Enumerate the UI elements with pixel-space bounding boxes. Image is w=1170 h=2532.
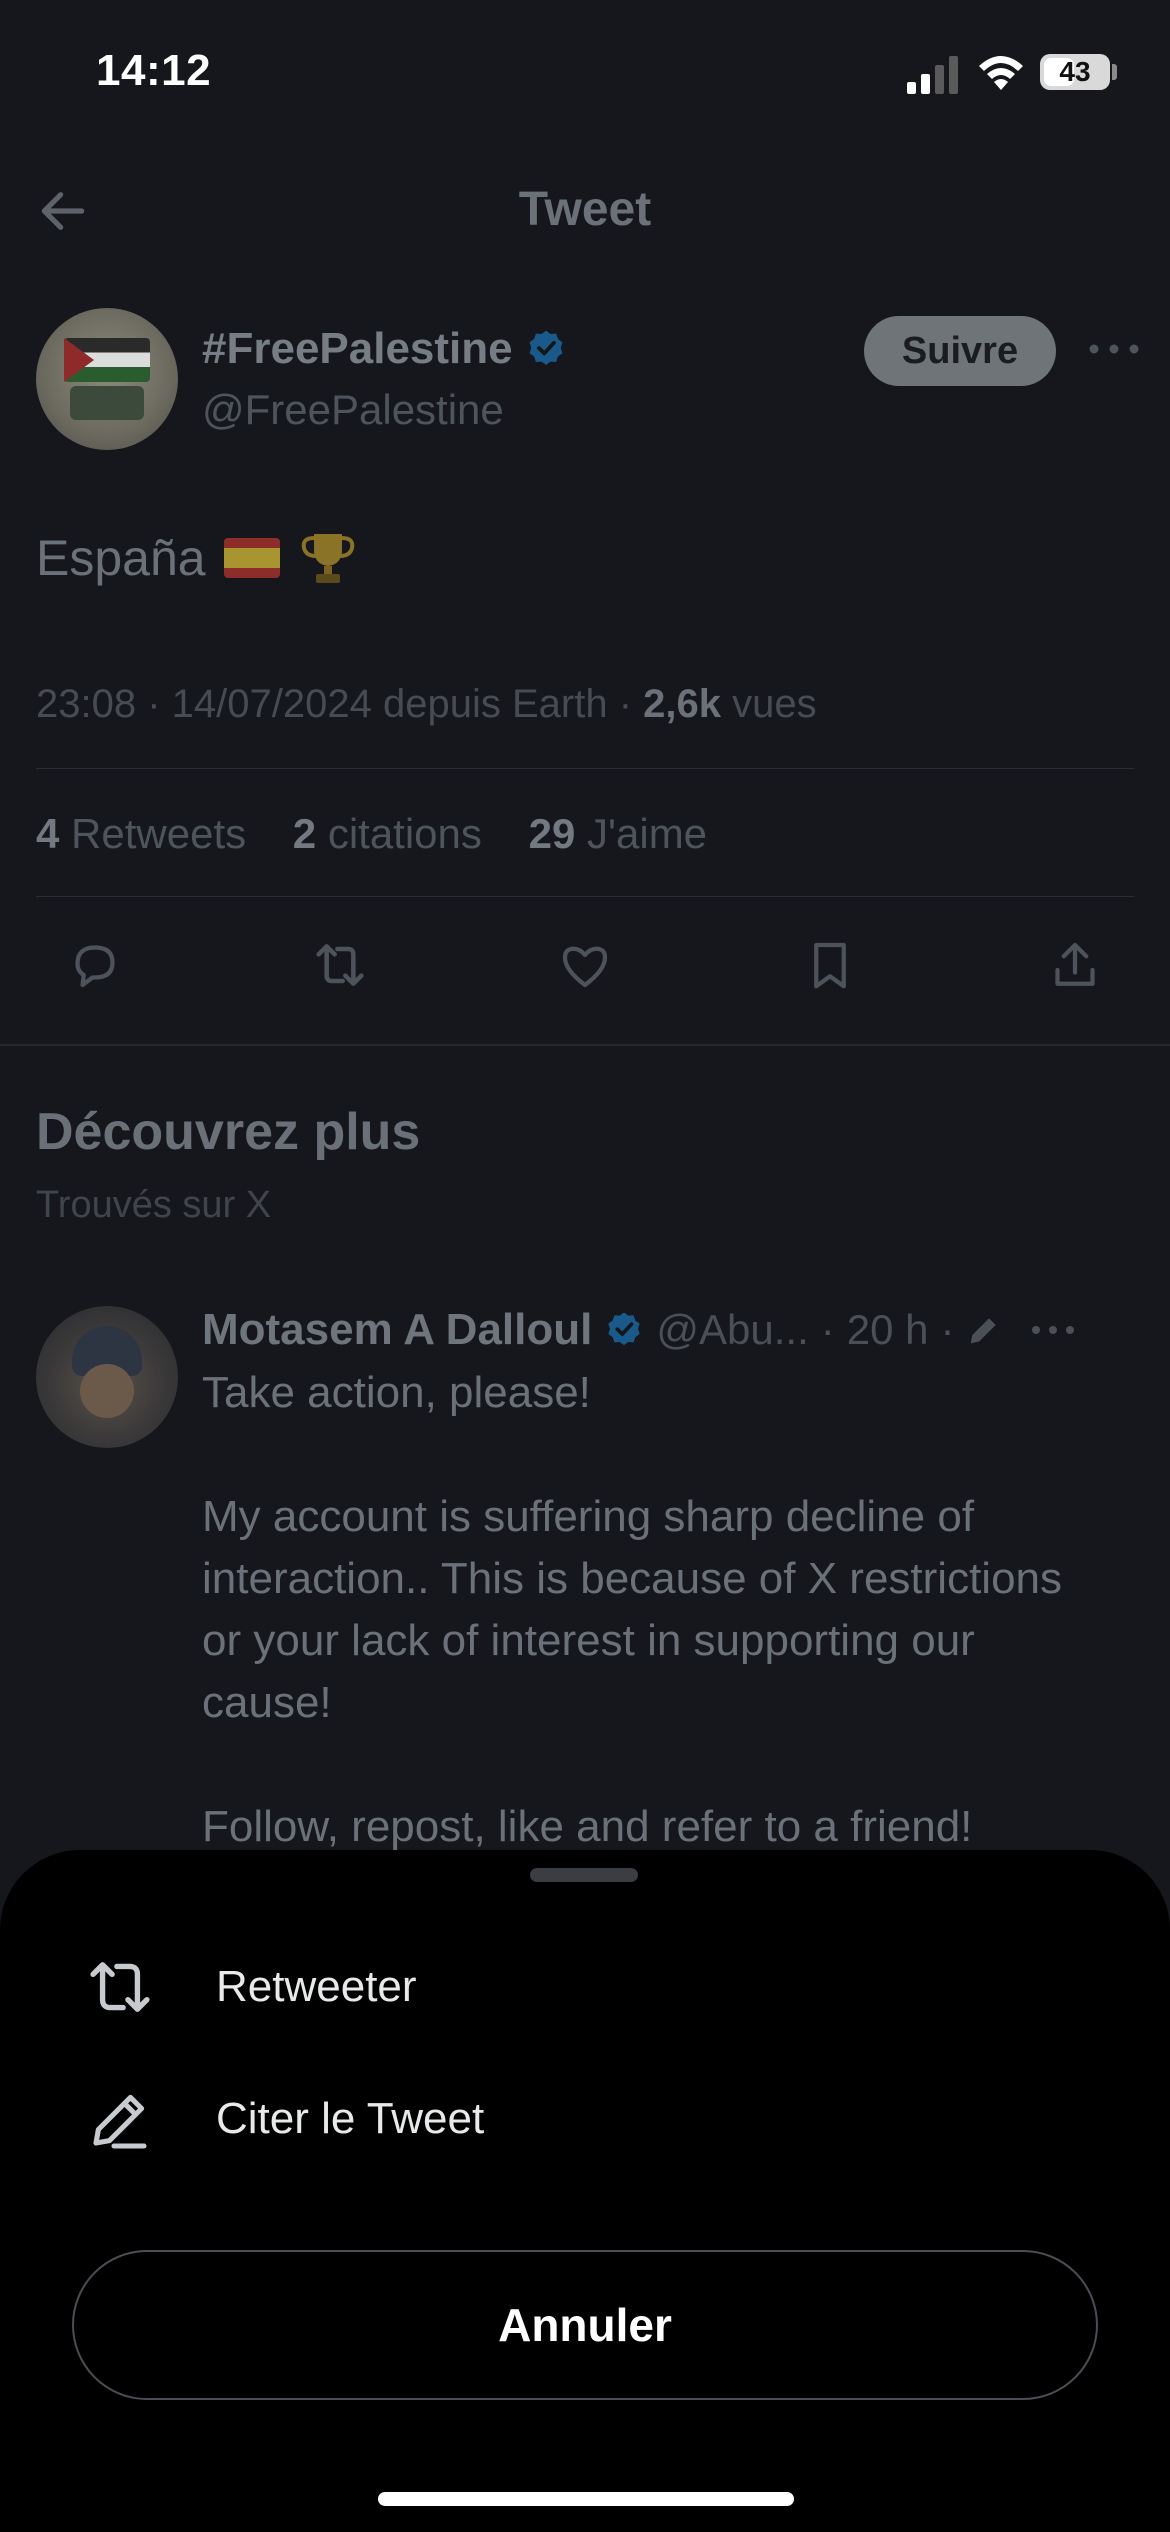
like-button[interactable] — [550, 930, 620, 1000]
retweet-button[interactable] — [305, 930, 375, 1000]
views-count: 2,6k — [643, 682, 722, 726]
meta-separator: · — [147, 682, 172, 726]
home-indicator[interactable] — [378, 2492, 794, 2506]
more-options-icon[interactable] — [1084, 334, 1144, 364]
battery-indicator: 43 — [1040, 54, 1110, 90]
discover-title: Découvrez plus — [36, 1103, 421, 1161]
verified-badge-icon — [529, 330, 563, 365]
meta-separator: · — [618, 682, 644, 726]
edited-pencil-icon — [971, 1318, 997, 1344]
retweet-icon — [316, 944, 364, 986]
stat-gap — [494, 810, 517, 857]
meta-separator: · — [940, 1306, 955, 1353]
pencil-icon — [93, 2094, 147, 2149]
reply-button[interactable] — [60, 930, 130, 1000]
more-options-icon[interactable] — [1028, 1318, 1078, 1342]
follow-button[interactable]: Suivre — [864, 316, 1056, 386]
discover-subtitle: Trouvés sur X — [36, 1184, 272, 1226]
tweet2-paragraph2: My account is suffering sharp decline of… — [202, 1492, 1063, 1727]
tweet2-body: Take action, please! My account is suffe… — [202, 1362, 1102, 1858]
tweet2-header: Motasem A Dalloul @Abu... · 20 h · — [202, 1300, 1140, 1360]
like-icon — [562, 946, 608, 988]
tweet2-avatar[interactable] — [36, 1306, 178, 1448]
tweet-stats: 4 Retweets 2 citations 29 J'aime — [36, 810, 707, 858]
quotes-count: 2 — [292, 810, 317, 857]
verified-badge-icon — [608, 1312, 641, 1346]
share-icon — [1055, 942, 1095, 986]
likes-count: 29 — [528, 810, 576, 857]
tweet-detail-screen: 14:12 43 Tweet #FreePalestine @FreePales… — [0, 0, 1170, 2532]
retweets-stat[interactable]: 4 Retweets — [36, 810, 246, 857]
tweet-actions — [60, 930, 1110, 1000]
status-bar: 14:12 43 — [0, 0, 1170, 150]
likes-label: J'aime — [586, 810, 708, 857]
tweet2-paragraph3: Follow, repost, like and refer to a frie… — [202, 1802, 973, 1851]
retweets-label: Retweets — [71, 810, 247, 857]
tweet2-author-name[interactable]: Motasem A Dalloul — [202, 1305, 592, 1355]
share-button[interactable] — [1040, 930, 1110, 1000]
author-handle[interactable]: @FreePalestine — [202, 386, 504, 434]
battery-level: 43 — [1059, 56, 1091, 87]
avatar-script-graphic — [70, 386, 144, 420]
retweet-action-sheet: Retweeter Citer le Tweet Annuler — [0, 1850, 1170, 2532]
tweet2-handle[interactable]: @Abu... — [656, 1306, 808, 1354]
cellular-signal-icon — [907, 56, 958, 94]
quotes-stat[interactable]: 2 citations — [293, 810, 482, 857]
retweet-option-label: Retweeter — [216, 1962, 417, 2011]
divider — [36, 768, 1134, 769]
quotes-label: citations — [327, 810, 482, 857]
wifi-icon — [979, 56, 1023, 90]
divider — [36, 896, 1134, 897]
bookmark-icon — [814, 942, 846, 989]
retweets-count: 4 — [36, 810, 60, 857]
retweet-option-icon-wrap — [80, 1947, 160, 2027]
views-label: vues — [732, 682, 817, 726]
page-title: Tweet — [518, 183, 652, 236]
sheet-grabber[interactable] — [530, 1868, 638, 1882]
author-name[interactable]: #FreePalestine — [202, 324, 567, 374]
section-divider — [0, 1044, 1170, 1046]
tweet-date: 14/07/2024 — [171, 682, 372, 726]
trophy-emoji — [301, 534, 354, 583]
author-name-text: #FreePalestine — [202, 324, 513, 373]
tweet2-time: 20 h — [846, 1306, 929, 1353]
retweet-option[interactable]: Retweeter — [80, 1932, 1090, 2042]
reply-icon — [75, 945, 115, 988]
tweet-source: depuis Earth — [383, 682, 608, 726]
tweet-time: 23:08 — [36, 682, 137, 726]
tweet-text: España — [36, 528, 358, 588]
tweet-author: #FreePalestine @FreePalestine Suivre — [36, 308, 1140, 458]
bookmark-button[interactable] — [795, 930, 865, 1000]
author-avatar[interactable] — [36, 308, 178, 450]
quote-tweet-option-label: Citer le Tweet — [216, 2094, 485, 2143]
likes-stat[interactable]: 29 J'aime — [529, 810, 707, 857]
retweet-icon — [90, 1962, 150, 2012]
stat-gap — [258, 810, 281, 857]
tweet-meta: 23:08 · 14/07/2024 depuis Earth · 2,6k v… — [36, 682, 817, 727]
avatar-flag-graphic — [64, 338, 150, 382]
top-nav: Tweet — [0, 160, 1170, 260]
battery-cap — [1112, 64, 1117, 80]
tweet2-line1: Take action, please! — [202, 1368, 591, 1417]
status-time: 14:12 — [96, 46, 212, 95]
cancel-button[interactable]: Annuler — [72, 2250, 1098, 2400]
spain-flag-emoji — [223, 538, 280, 578]
tweet-text-content: España — [36, 530, 206, 586]
meta-separator: · — [820, 1306, 835, 1353]
quote-option-icon-wrap — [80, 2079, 160, 2159]
quote-tweet-option[interactable]: Citer le Tweet — [80, 2064, 1090, 2174]
